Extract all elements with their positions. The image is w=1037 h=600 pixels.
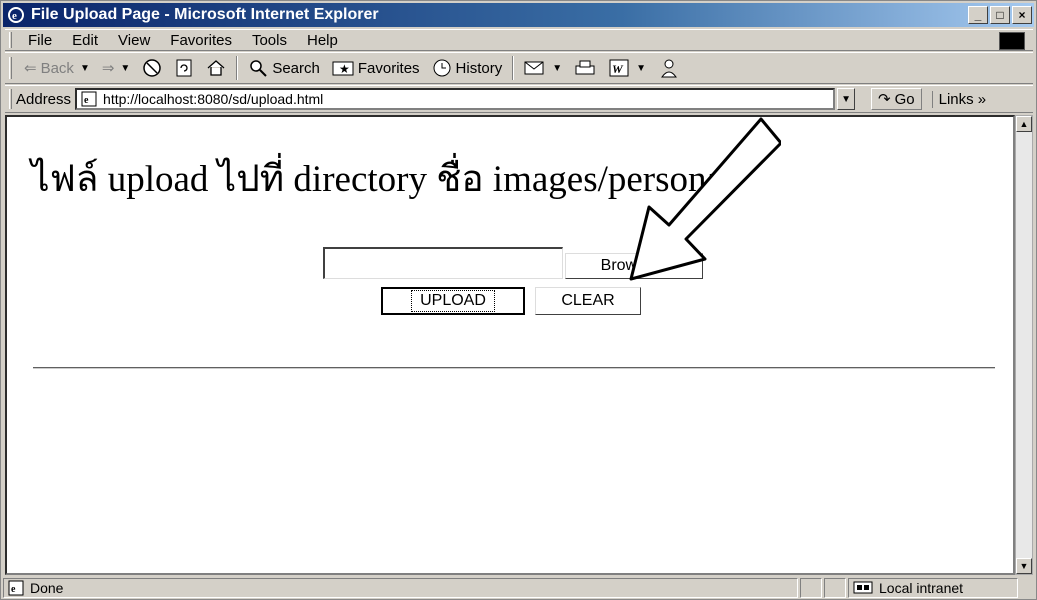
search-label: Search	[272, 59, 320, 77]
close-button[interactable]: ×	[1012, 6, 1032, 24]
favorites-button[interactable]: ★ Favorites	[326, 55, 426, 81]
menu-bar: File Edit View Favorites Tools Help	[5, 29, 1033, 51]
annotation-arrow-icon	[629, 117, 781, 281]
menu-tools[interactable]: Tools	[242, 32, 297, 49]
status-text: Done	[30, 580, 64, 596]
menu-grip[interactable]	[9, 32, 12, 48]
status-pane	[800, 578, 822, 598]
svg-text:★: ★	[339, 62, 350, 76]
back-arrow-icon: ⇐	[24, 60, 37, 77]
toolbar-separator	[512, 56, 515, 80]
upload-button[interactable]: UPLOAD	[381, 287, 525, 315]
menu-view[interactable]: View	[108, 32, 160, 49]
menu-help[interactable]: Help	[297, 32, 348, 49]
windows-flag-icon	[999, 32, 1025, 50]
home-button[interactable]	[200, 55, 232, 81]
messenger-button[interactable]	[652, 55, 686, 81]
menu-favorites[interactable]: Favorites	[160, 32, 242, 49]
address-dropdown-button[interactable]: ▼	[837, 88, 856, 110]
edit-button[interactable]: W ▼	[602, 55, 652, 81]
form-actions: UPLOAD CLEAR	[381, 287, 641, 315]
go-label: Go	[894, 90, 915, 108]
svg-text:e: e	[84, 95, 89, 106]
upload-label: UPLOAD	[411, 290, 495, 312]
status-bar: e Done Local intranet	[3, 577, 1034, 599]
vertical-scrollbar[interactable]: ▲ ▼	[1015, 115, 1033, 575]
go-button[interactable]: ↷ Go	[871, 88, 922, 110]
address-input[interactable]: e http://localhost:8080/sd/upload.html	[75, 88, 836, 110]
refresh-icon	[176, 59, 192, 77]
messenger-icon	[661, 59, 677, 78]
local-intranet-icon	[853, 581, 873, 594]
svg-text:e: e	[12, 10, 17, 22]
toolbar-separator	[236, 56, 239, 80]
status-main-pane: e Done	[3, 578, 798, 598]
menu-edit[interactable]: Edit	[62, 32, 108, 49]
menu-file[interactable]: File	[18, 32, 62, 49]
svg-text:W: W	[612, 62, 624, 76]
status-pane	[824, 578, 846, 598]
page-done-icon: e	[8, 580, 24, 596]
file-path-input[interactable]	[323, 247, 563, 279]
address-bar: Address e http://localhost:8080/sd/uploa…	[5, 85, 1033, 113]
minimize-button[interactable]: _	[968, 6, 988, 24]
title-bar: e File Upload Page - Microsoft Internet …	[3, 3, 1034, 27]
address-label: Address	[16, 90, 72, 108]
address-url: http://localhost:8080/sd/upload.html	[103, 91, 324, 107]
svg-text:e: e	[11, 584, 16, 595]
go-arrow-icon: ↷	[878, 91, 891, 108]
print-icon	[575, 60, 595, 75]
zone-label: Local intranet	[879, 580, 964, 596]
resize-grip-icon[interactable]	[1018, 578, 1034, 598]
chevron-down-icon[interactable]: ▼	[636, 63, 646, 74]
window-controls: _ □ ×	[968, 6, 1032, 24]
history-button[interactable]: History	[426, 55, 509, 81]
favorites-label: Favorites	[357, 59, 420, 77]
address-grip[interactable]	[9, 89, 12, 109]
history-icon	[433, 59, 451, 77]
browser-window: e File Upload Page - Microsoft Internet …	[0, 0, 1037, 600]
scroll-up-icon[interactable]: ▲	[1016, 116, 1032, 132]
clear-button[interactable]: CLEAR	[535, 287, 641, 315]
chevron-down-icon[interactable]: ▼	[80, 63, 90, 74]
page-icon: e	[81, 91, 97, 107]
favorites-icon: ★	[332, 61, 354, 76]
window-title: File Upload Page - Microsoft Internet Ex…	[31, 6, 379, 23]
page-heading: ไฟล์ upload ไปที่ directory ชื่อ images/…	[31, 159, 734, 200]
chevron-down-icon: ▼	[841, 93, 851, 105]
search-icon	[250, 60, 268, 77]
maximize-button[interactable]: □	[990, 6, 1010, 24]
chevron-down-icon[interactable]: ▼	[552, 63, 562, 74]
back-label: Back	[40, 59, 74, 77]
horizontal-rule	[33, 367, 995, 369]
print-button[interactable]	[568, 55, 602, 81]
mail-icon	[524, 61, 544, 75]
scroll-down-icon[interactable]: ▼	[1016, 558, 1032, 574]
mail-button[interactable]: ▼	[518, 55, 568, 81]
refresh-button[interactable]	[168, 55, 200, 81]
history-label: History	[455, 59, 503, 77]
forward-button[interactable]: ⇒ ▼	[96, 55, 136, 81]
links-toolbar[interactable]: Links »	[931, 90, 986, 108]
stop-button[interactable]	[136, 55, 168, 81]
chevron-down-icon[interactable]: ▼	[120, 63, 130, 74]
search-button[interactable]: Search	[242, 55, 326, 81]
home-icon	[207, 60, 225, 76]
security-zone[interactable]: Local intranet	[848, 578, 1018, 598]
internet-explorer-icon: e	[8, 7, 24, 23]
word-edit-icon: W	[609, 59, 629, 77]
toolbar-grip[interactable]	[9, 57, 12, 79]
back-button[interactable]: ⇐ Back ▼	[18, 55, 96, 81]
standard-toolbar: ⇐ Back ▼ ⇒ ▼ Search ★ Favorites History	[5, 52, 1033, 84]
forward-arrow-icon: ⇒	[101, 60, 115, 77]
stop-icon	[143, 59, 162, 77]
